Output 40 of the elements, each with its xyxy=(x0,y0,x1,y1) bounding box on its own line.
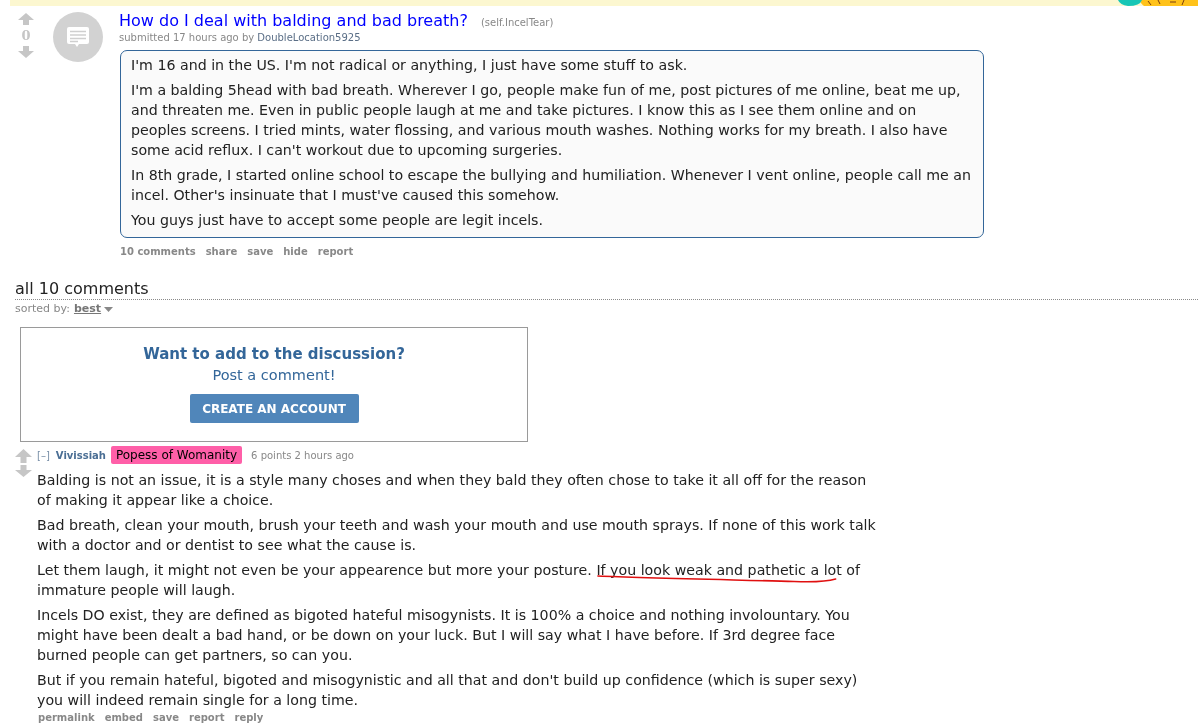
post-paragraph: In 8th grade, I started online school to escape the bullying and humiliation. Whenever I vent online, people call me an incel. Other's insinuate that I must've caused this somehow. xyxy=(131,166,973,205)
downvote-arrow-icon[interactable] xyxy=(15,465,32,477)
post-tagline: submitted 17 hours ago by DoubleLocation5925 xyxy=(119,32,361,44)
caret-icon xyxy=(104,306,114,312)
comments-heading: all 10 comments xyxy=(15,279,149,299)
comment-paragraph: Let them laugh, it might not even be your appearence but more your posture. If you look weak and pathetic a lot of immature people will laugh. xyxy=(37,561,862,600)
post-action-link[interactable]: 10 comments xyxy=(120,246,196,258)
sort-label: sorted by: xyxy=(15,302,70,316)
comment-paragraph: But if you remain hateful, bigoted and misogynistic and all that and don't build up confidence (which is super sexy) you will indeed remain single for a long time. xyxy=(37,671,859,710)
text-post-thumbnail-icon[interactable] xyxy=(53,12,103,62)
collapse-toggle[interactable]: [–] xyxy=(37,447,50,463)
post-paragraph: I'm 16 and in the US. I'm not radical or anything, I just have some stuff to ask. xyxy=(131,56,689,75)
comment-action-link[interactable]: save xyxy=(153,712,179,724)
post-action-link[interactable]: report xyxy=(317,246,354,258)
domain-link[interactable]: (self.IncelTear) xyxy=(480,15,554,30)
post-title-link[interactable]: How do I deal with balding and bad breath? xyxy=(119,10,468,32)
comment-action-link[interactable]: embed xyxy=(104,712,143,724)
comment-meta: 6 points 2 hours ago xyxy=(251,448,354,463)
comment-paragraph: Incels DO exist, they are defined as bigoted hateful misogynists. It is 100% a choice and nothing involountary. You might have been dealt a bad hand, or be down on your luck. But I will say what I have before. If 3rd degree face burned people can get partners, so can you. xyxy=(37,606,851,665)
post-action-link[interactable]: hide xyxy=(283,246,308,258)
downvote-arrow-icon[interactable] xyxy=(18,46,34,58)
upvote-arrow-icon[interactable] xyxy=(18,13,34,25)
sort-dropdown[interactable]: best xyxy=(73,302,114,316)
signup-heading: Want to add to the discussion? xyxy=(143,344,405,364)
post-paragraph: I'm a balding 5head with bad breath. Wherever I go, people make fun of me, post pictures of me online, beat me up, and threaten me. Even in public people laugh at me and take pictures. I know this as I see them online and on peoples screens. I tried mints, water flossing, and various mouth washes. Nothing works for my breath. I also have some acid reflux. I can't workout due to upcoming surgeries. xyxy=(131,81,962,160)
comment-action-link[interactable]: reply xyxy=(234,712,264,724)
comment-paragraph: Bad breath, clean your mouth, brush your teeth and wash your mouth and use mouth sprays. If none of this work talk with a doctor and or dentist to see what the cause is. xyxy=(37,516,877,555)
post-paragraph: You guys just have to accept some people are legit incels. xyxy=(131,211,544,230)
upvote-arrow-icon[interactable] xyxy=(15,449,32,463)
author-link[interactable]: DoubleLocation5925 xyxy=(257,32,361,43)
create-account-button[interactable]: CREATE AN ACCOUNT xyxy=(189,394,359,423)
comment-paragraph: Balding is not an issue, it is a style many choses and when they bald they often chose to take it all off for the reason of making it appear like a choice. xyxy=(37,471,868,510)
post-action-link[interactable]: share xyxy=(205,246,238,258)
vote-score: 0 xyxy=(21,28,31,44)
comment-action-link[interactable]: report xyxy=(189,712,225,724)
comment-author-link[interactable]: Vivissiah xyxy=(55,447,106,463)
comment-action-link[interactable]: permalink xyxy=(38,712,95,724)
user-flair-tag: Popess of Womanity xyxy=(110,446,243,464)
post-comment-link[interactable]: Post a comment! xyxy=(212,365,336,385)
post-action-link[interactable]: save xyxy=(247,246,274,258)
